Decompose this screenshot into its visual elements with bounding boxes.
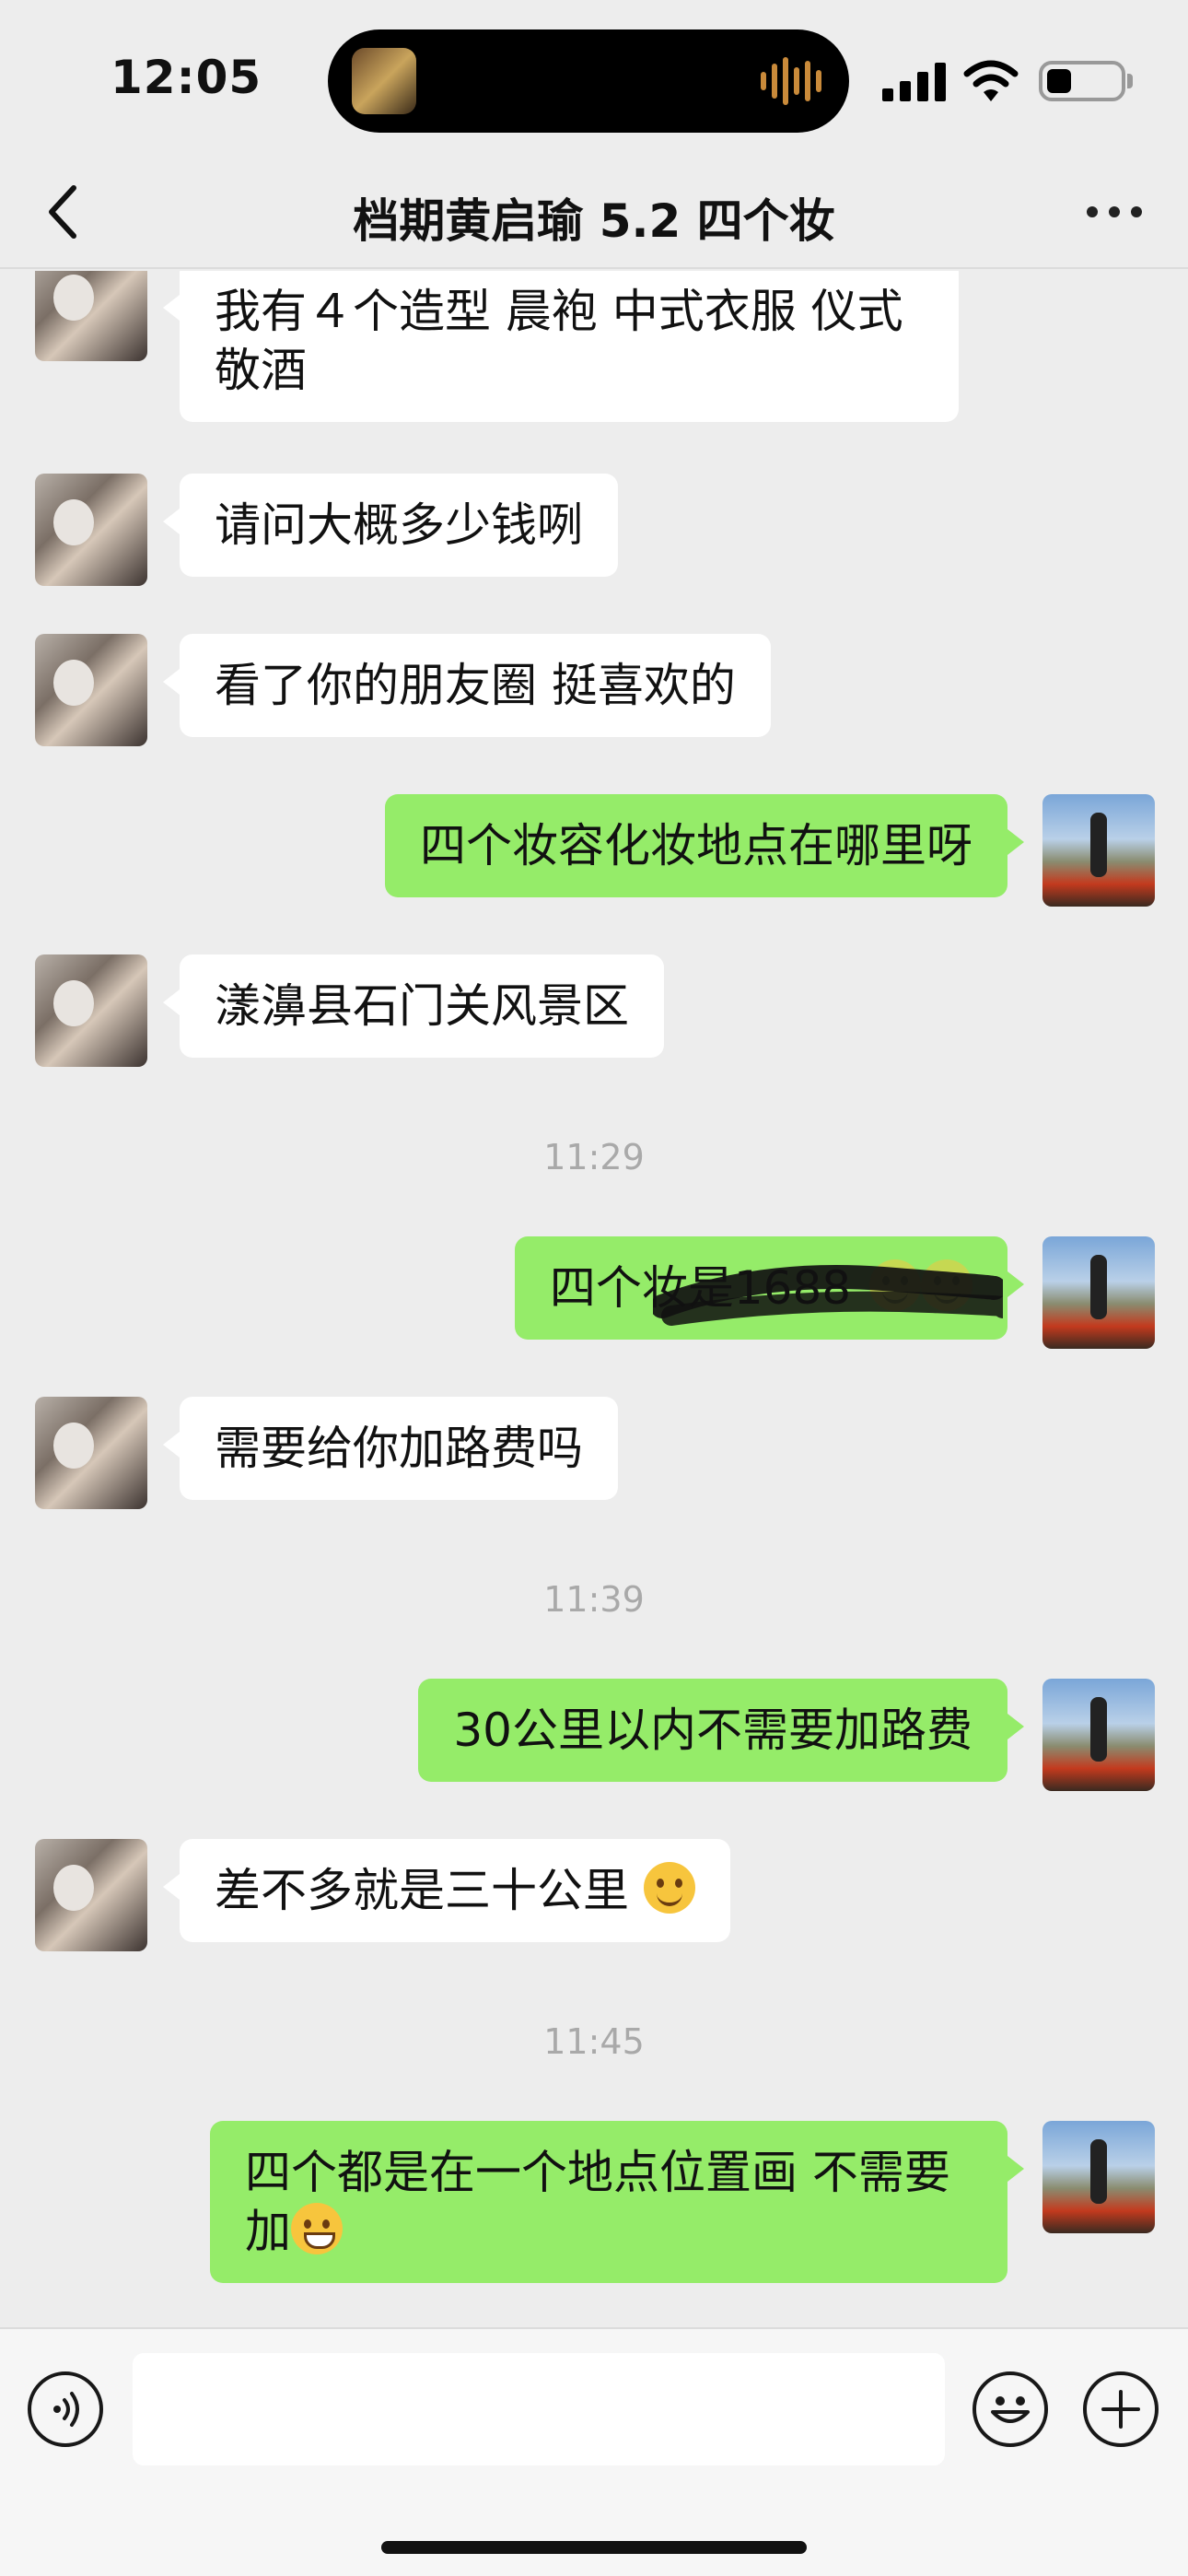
message-bubble[interactable]: 30公里以内不需要加路费 (418, 1679, 1024, 1782)
message-row: 30公里以内不需要加路费 (0, 1679, 1188, 1808)
my-avatar[interactable] (1042, 794, 1155, 907)
plus-icon[interactable] (1083, 2371, 1159, 2447)
smiling-face-icon (921, 1259, 973, 1311)
smiling-face-icon (643, 1862, 695, 1914)
message-text: 四个妆是1688 (549, 1261, 852, 1315)
message-text: 我有４个造型 晨袍 中式衣服 仪式敬酒 (215, 285, 903, 397)
chat-header: 档期黄启瑜 5.2 四个妆 (0, 157, 1188, 269)
wifi-icon (963, 60, 1019, 101)
ellipsis-icon[interactable] (1077, 184, 1151, 240)
message-timestamp: 11:39 (543, 1579, 645, 1620)
message-bubble[interactable]: 四个妆容化妆地点在哪里呀 (385, 794, 1024, 897)
message-row: 四个妆是1688 (0, 1236, 1188, 1365)
message-row: 漾濞县石门关风景区 (0, 954, 1188, 1083)
emoji-icon[interactable] (973, 2371, 1048, 2447)
message-bubble[interactable]: 我有４个造型 晨袍 中式衣服 仪式敬酒 (163, 271, 959, 422)
audio-wave-icon (761, 57, 821, 105)
message-bubble[interactable]: 看了你的朋友圈 挺喜欢的 (163, 634, 771, 737)
message-text: 四个都是在一个地点位置画 不需要加 (245, 2146, 950, 2258)
dynamic-island[interactable] (328, 29, 849, 133)
chat-message-list[interactable]: 我有４个造型 晨袍 中式衣服 仪式敬酒 请问大概多少钱咧 看了你的朋友圈 挺喜欢… (0, 271, 1188, 2327)
status-time: 12:05 (111, 51, 262, 104)
message-timestamp: 11:29 (543, 1137, 645, 1177)
my-avatar[interactable] (1042, 2121, 1155, 2233)
message-bubble[interactable]: 请问大概多少钱咧 (163, 474, 618, 577)
message-text: 看了你的朋友圈 挺喜欢的 (215, 659, 736, 712)
battery-icon (1039, 61, 1125, 101)
message-bubble[interactable]: 四个都是在一个地点位置画 不需要加 (210, 2121, 1024, 2283)
grinning-face-icon (291, 2203, 343, 2254)
contact-avatar[interactable] (35, 1397, 147, 1509)
message-text: 请问大概多少钱咧 (215, 498, 583, 552)
contact-avatar[interactable] (35, 634, 147, 746)
contact-avatar[interactable] (35, 271, 147, 361)
message-row: 我有４个造型 晨袍 中式衣服 仪式敬酒 (0, 271, 1188, 427)
battery-tip (1127, 74, 1133, 88)
message-text: 漾濞县石门关风景区 (215, 979, 629, 1033)
contact-avatar[interactable] (35, 1839, 147, 1951)
message-bubble[interactable]: 需要给你加路费吗 (163, 1397, 618, 1500)
message-bubble[interactable]: 差不多就是三十公里 (163, 1839, 730, 1942)
message-bubble[interactable]: 漾濞县石门关风景区 (163, 954, 664, 1058)
message-row: 看了你的朋友圈 挺喜欢的 (0, 634, 1188, 763)
message-row: 四个都是在一个地点位置画 不需要加 (0, 2121, 1188, 2305)
message-text: 30公里以内不需要加路费 (453, 1704, 973, 1757)
my-avatar[interactable] (1042, 1236, 1155, 1349)
message-bubble[interactable]: 四个妆是1688 (514, 1236, 1025, 1340)
message-text: 差不多就是三十公里 (215, 1864, 629, 1917)
home-indicator[interactable] (381, 2541, 807, 2554)
message-row: 需要给你加路费吗 (0, 1397, 1188, 1526)
message-input[interactable] (133, 2353, 945, 2465)
message-timestamp: 11:45 (543, 2021, 645, 2062)
voice-icon[interactable] (28, 2371, 103, 2447)
chat-title: 档期黄启瑜 5.2 四个妆 (353, 194, 835, 248)
status-bar: 12:05 (0, 0, 1188, 157)
message-text: 四个妆容化妆地点在哪里呀 (420, 819, 973, 872)
message-row: 四个妆容化妆地点在哪里呀 (0, 794, 1188, 923)
input-bar (0, 2327, 1188, 2576)
message-row: 差不多就是三十公里 (0, 1839, 1188, 1968)
my-avatar[interactable] (1042, 1679, 1155, 1791)
message-text: 需要给你加路费吗 (215, 1422, 583, 1475)
cellular-signal-icon (882, 63, 947, 101)
contact-avatar[interactable] (35, 474, 147, 586)
message-row: 请问大概多少钱咧 (0, 474, 1188, 603)
contact-avatar[interactable] (35, 954, 147, 1067)
smiling-face-icon (869, 1259, 921, 1311)
now-playing-thumbnail (352, 48, 416, 114)
